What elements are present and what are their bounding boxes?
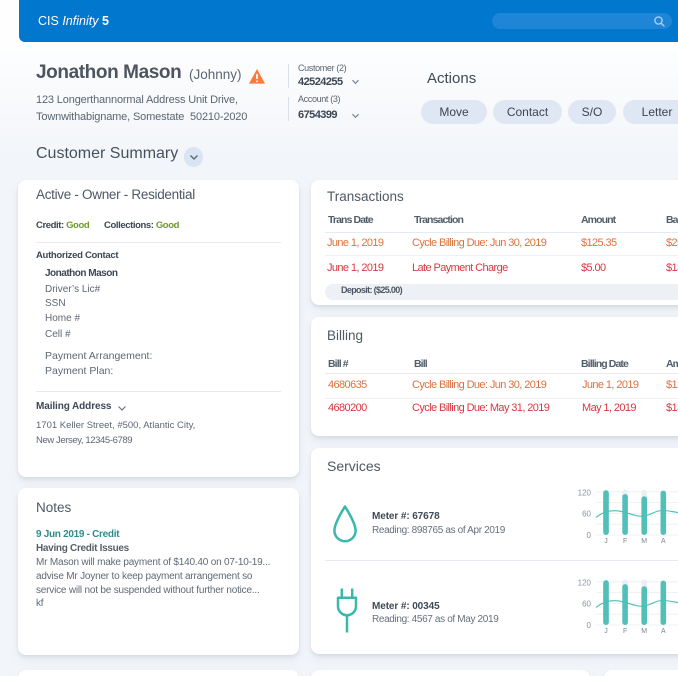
svg-text:M: M	[641, 538, 647, 545]
svg-text:A: A	[661, 538, 666, 545]
svg-text:60: 60	[582, 510, 591, 519]
svg-text:120: 120	[578, 488, 592, 497]
svg-text:120: 120	[578, 578, 592, 587]
svg-text:0: 0	[587, 621, 592, 630]
svg-text:A: A	[661, 628, 666, 635]
svg-text:F: F	[623, 628, 627, 635]
svg-text:J: J	[604, 628, 608, 635]
svg-text:0: 0	[587, 531, 592, 540]
svg-text:F: F	[623, 538, 627, 545]
svg-text:60: 60	[582, 600, 591, 609]
svg-text:M: M	[641, 628, 647, 635]
svg-text:J: J	[604, 538, 608, 545]
